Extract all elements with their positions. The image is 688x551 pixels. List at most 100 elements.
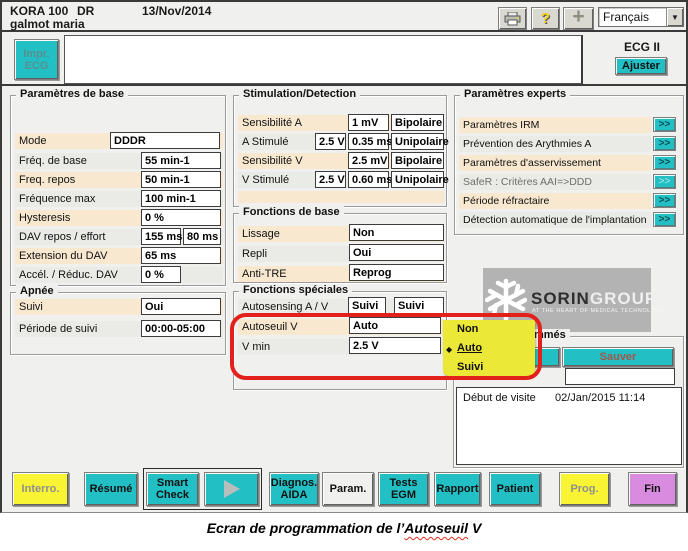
language-value: Français: [599, 10, 666, 24]
save-button[interactable]: Sauver: [562, 347, 674, 367]
param-button[interactable]: Param.: [322, 472, 374, 506]
param-value-dav-repos[interactable]: 155 ms: [141, 228, 181, 245]
repli-value[interactable]: Oui: [349, 244, 444, 261]
device-mode: DR: [77, 4, 94, 18]
expert-row: Prévention des Arythmies A: [459, 136, 651, 152]
language-select[interactable]: Français ▼: [598, 7, 684, 27]
visit-listbox[interactable]: Début de visite 02/Jan/2015 11:14: [456, 387, 682, 465]
param-row: Accél. / Réduc. DAV: [15, 267, 223, 283]
param-label: Accél. / Réduc. DAV: [19, 269, 118, 281]
chevrons-icon: >>: [659, 157, 671, 168]
value-text: 2.5 V: [319, 136, 345, 148]
patient-button[interactable]: Patient: [489, 472, 541, 506]
add-button[interactable]: +: [563, 7, 594, 30]
param-value-hysteresis[interactable]: 0 %: [141, 209, 221, 226]
value-text: Oui: [353, 247, 371, 259]
logo-tagline: AT THE HEART OF MEDICAL TECHNOLOGY: [532, 308, 665, 314]
value-text: 2.5 V: [319, 174, 345, 186]
sens-v-polarity[interactable]: Bipolaire: [391, 152, 444, 169]
value-text: 0.35 ms: [352, 136, 392, 148]
diagnos-label-1: Diagnos.: [271, 477, 317, 489]
a-stim-amplitude[interactable]: 2.5 V: [315, 133, 346, 150]
adjust-button[interactable]: Ajuster: [615, 57, 667, 75]
resume-button[interactable]: Résumé: [84, 472, 138, 506]
rapport-button[interactable]: Rapport: [434, 472, 481, 506]
value-text: 50 min-1: [145, 174, 190, 186]
fin-button[interactable]: Fin: [628, 472, 677, 506]
value-text: 0 %: [145, 212, 164, 224]
group-title: Paramètres experts: [460, 88, 570, 100]
diagnos-aida-button[interactable]: Diagnos.AIDA: [269, 472, 319, 506]
ecg-trace-area: [64, 35, 583, 84]
open-irm-button[interactable]: >>: [653, 117, 676, 132]
printer-icon: [504, 12, 521, 26]
group-title: Paramètres de base: [16, 88, 128, 100]
smart-label-1: Smart: [157, 477, 188, 489]
expert-row: Paramètres IRM: [459, 117, 651, 133]
param-label: Sensibilité A: [242, 117, 302, 129]
device-name: KORA 100: [10, 4, 68, 18]
patient-label: Patient: [497, 483, 534, 495]
v-stim-polarity[interactable]: Unipolaire: [391, 171, 444, 188]
param-value-accel-reduc[interactable]: 0 %: [141, 266, 181, 283]
prog-button[interactable]: Prog.: [559, 472, 610, 506]
anti-tre-value[interactable]: Reprog: [349, 264, 444, 281]
group-title: Fonctions spéciales: [239, 284, 352, 296]
fin-label: Fin: [644, 483, 661, 495]
sens-a-polarity[interactable]: Bipolaire: [391, 114, 444, 131]
param-value-freq-repos[interactable]: 50 min-1: [141, 171, 221, 188]
param-value-apnee-suivi[interactable]: Oui: [141, 298, 221, 315]
sens-a-value[interactable]: 1 mV: [348, 114, 389, 131]
param-label: Mode: [19, 135, 47, 147]
param-label: A Stimulé: [242, 136, 288, 148]
autosensing-a-value[interactable]: Suivi: [348, 297, 386, 314]
print-button[interactable]: [498, 7, 527, 30]
param-value-freq-base[interactable]: 55 min-1: [141, 152, 221, 169]
document-page: KORA 100 DR 13/Nov/2014 galmot maria ? +…: [0, 0, 688, 551]
param-label: V Stimulé: [242, 174, 289, 186]
annotation-red-box: [230, 313, 542, 380]
expert-label: SafeR : Critères AAI=>DDD: [463, 176, 592, 188]
patient-name: galmot maria: [10, 17, 85, 31]
group-title: Stimulation/Detection: [239, 88, 360, 100]
open-asservissement-button[interactable]: >>: [653, 155, 676, 170]
value-text: Unipolaire: [395, 136, 449, 148]
open-prevention-button[interactable]: >>: [653, 136, 676, 151]
value-text: Non: [353, 227, 374, 239]
print-ecg-button[interactable]: Impr. ECG: [14, 39, 59, 80]
chevrons-icon: >>: [659, 214, 671, 225]
param-value-mode[interactable]: DDDR: [110, 132, 220, 149]
sens-v-value[interactable]: 2.5 mV: [348, 152, 389, 169]
v-stim-width[interactable]: 0.60 ms: [348, 171, 389, 188]
param-value-dav-effort[interactable]: 80 ms: [183, 228, 221, 245]
autosensing-v-value[interactable]: Suivi: [394, 297, 444, 314]
help-button[interactable]: ?: [531, 7, 560, 30]
open-refractaire-button[interactable]: >>: [653, 193, 676, 208]
chevrons-icon: >>: [659, 176, 671, 187]
logo-group: GROUP: [590, 289, 657, 308]
caption-highlight: Autoseuil: [404, 520, 468, 536]
value-text: 80 ms: [187, 231, 218, 243]
expert-row: Paramètres d'asservissement: [459, 155, 651, 171]
smart-check-button[interactable]: SmartCheck: [146, 472, 199, 506]
play-button[interactable]: [204, 472, 259, 506]
name-input[interactable]: [565, 368, 675, 385]
open-safer-button[interactable]: >>: [653, 174, 676, 189]
lissage-value[interactable]: Non: [349, 224, 444, 241]
open-detection-button[interactable]: >>: [653, 212, 676, 227]
divider: [2, 84, 686, 86]
a-stim-polarity[interactable]: Unipolaire: [391, 133, 444, 150]
v-stim-amplitude[interactable]: 2.5 V: [315, 171, 346, 188]
print-ecg-label-1: Impr.: [23, 48, 49, 60]
param-label: Freq. repos: [19, 174, 75, 186]
param-value-extension-dav[interactable]: 65 ms: [141, 247, 221, 264]
value-text: Unipolaire: [395, 174, 449, 186]
interro-button[interactable]: Interro.: [12, 472, 69, 506]
param-value-freq-max[interactable]: 100 min-1: [141, 190, 221, 207]
param-value-periode-suivi[interactable]: 00:00-05:00: [141, 320, 221, 337]
param-label: Extension du DAV: [19, 250, 107, 262]
tests-egm-button[interactable]: TestsEGM: [378, 472, 429, 506]
chevron-down-icon[interactable]: ▼: [666, 8, 683, 26]
value-text: 55 min-1: [145, 155, 190, 167]
a-stim-width[interactable]: 0.35 ms: [348, 133, 389, 150]
